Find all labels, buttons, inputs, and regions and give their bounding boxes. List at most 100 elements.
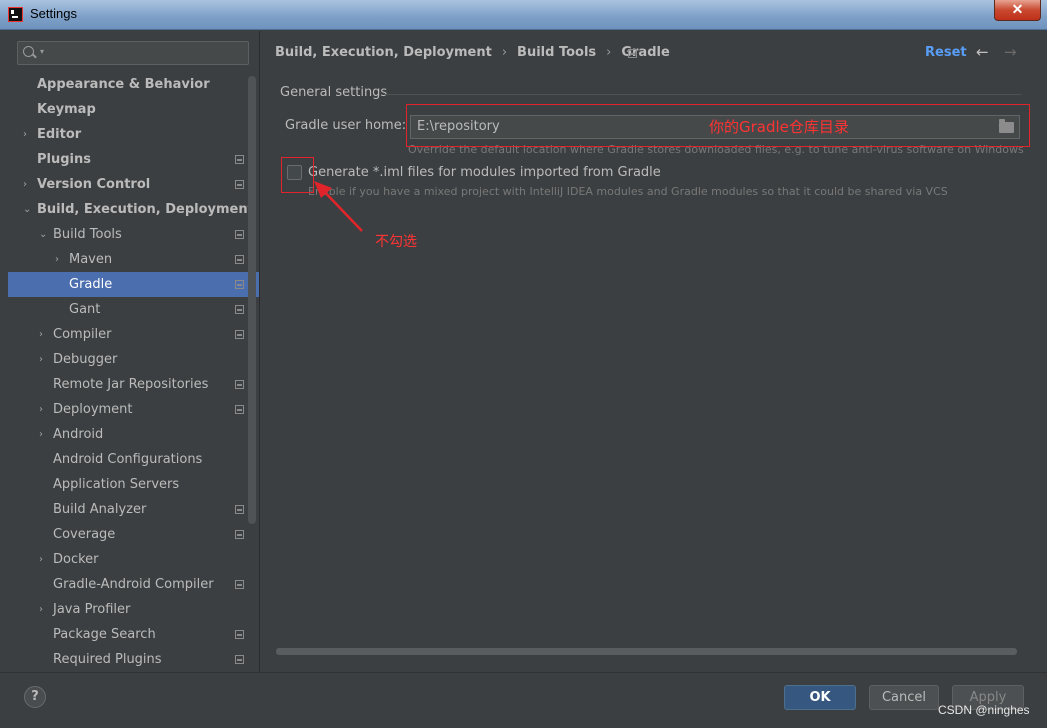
settings-search-box[interactable]: ▾ [17, 41, 249, 65]
sidebar-item-label: Gradle-Android Compiler [53, 577, 214, 592]
sidebar-item[interactable]: Gant [8, 297, 259, 322]
chevron-down-icon[interactable]: ⌄ [23, 197, 33, 222]
sidebar-item[interactable]: ⌄ Build Tools [8, 222, 259, 247]
search-icon [23, 46, 34, 57]
sidebar-item[interactable]: › Maven [8, 247, 259, 272]
project-level-icon [235, 255, 244, 264]
ok-button[interactable]: OK [784, 685, 856, 710]
breadcrumb-separator: › [606, 45, 612, 60]
sidebar-item[interactable]: Gradle-Android Compiler [8, 572, 259, 597]
sidebar-item-label: Remote Jar Repositories [53, 377, 209, 392]
sidebar-item-label: Editor [37, 127, 82, 142]
project-level-icon [235, 305, 244, 314]
sidebar-item-label: Coverage [53, 527, 116, 542]
project-level-icon [235, 655, 244, 664]
back-arrow-icon[interactable]: ← [976, 43, 989, 61]
window-title: Settings [30, 6, 77, 21]
settings-sidebar: ▾ Appearance & Behavior Keymap › Editor Plug… [8, 31, 259, 672]
project-level-icon [235, 280, 244, 289]
sidebar-item-label: Version Control [37, 177, 151, 192]
sidebar-item[interactable]: Required Plugins [8, 647, 259, 672]
sidebar-item[interactable]: Plugins [8, 147, 259, 172]
breadcrumb-item-build[interactable]: Build, Execution, Deployment [275, 45, 492, 60]
sidebar-item[interactable]: › Version Control [8, 172, 259, 197]
sidebar-item[interactable]: Application Servers [8, 472, 259, 497]
sidebar-item[interactable]: › Compiler [8, 322, 259, 347]
sidebar-item[interactable]: Build Analyzer [8, 497, 259, 522]
sidebar-item-label: Build Tools [53, 227, 122, 242]
window-title-bar: Settings ✕ [0, 0, 1047, 30]
chevron-right-icon[interactable]: › [39, 422, 49, 447]
sidebar-item[interactable]: › Editor [8, 122, 259, 147]
sidebar-item[interactable]: Gradle [8, 272, 259, 297]
sidebar-item-label: Java Profiler [53, 602, 131, 617]
forward-arrow-icon[interactable]: → [1004, 43, 1017, 61]
sidebar-item-label: Plugins [37, 152, 91, 167]
project-level-icon [235, 155, 244, 164]
cancel-button[interactable]: Cancel [869, 685, 939, 710]
project-level-icon [235, 405, 244, 414]
splitter[interactable] [259, 31, 260, 672]
chevron-right-icon[interactable]: › [39, 547, 49, 572]
project-level-icon [235, 330, 244, 339]
chevron-right-icon[interactable]: › [39, 322, 49, 347]
sidebar-item[interactable]: › Android [8, 422, 259, 447]
breadcrumb-separator: › [501, 45, 508, 60]
sidebar-item[interactable]: › Deployment [8, 397, 259, 422]
horizontal-scrollbar[interactable] [276, 648, 1017, 655]
sidebar-item-label: Docker [53, 552, 99, 567]
section-title-general: General settings [280, 85, 388, 100]
sidebar-scrollbar[interactable] [248, 76, 256, 524]
section-divider [384, 94, 1022, 95]
project-level-icon [628, 49, 637, 58]
sidebar-item[interactable]: › Java Profiler [8, 597, 259, 622]
settings-tree: Appearance & Behavior Keymap › Editor Plugin… [8, 72, 259, 672]
sidebar-item-label: Compiler [53, 327, 112, 342]
breadcrumb: Build, Execution, Deployment › Build Tools… [275, 45, 670, 63]
sidebar-item-label: Android [53, 427, 104, 442]
project-level-icon [235, 505, 244, 514]
sidebar-item-label: Gant [69, 302, 101, 317]
csdn-watermark: CSDN @ninghes [938, 703, 1030, 717]
annotation-checkbox-note: 不勾选 [375, 234, 417, 250]
sidebar-item-label: Deployment [53, 402, 133, 417]
sidebar-item[interactable]: Android Configurations [8, 447, 259, 472]
search-options-caret-icon[interactable]: ▾ [40, 47, 44, 56]
sidebar-item-label: Package Search [53, 627, 156, 642]
chevron-down-icon[interactable]: ⌄ [39, 222, 49, 247]
chevron-right-icon[interactable]: › [55, 247, 65, 272]
sidebar-item[interactable]: Appearance & Behavior [8, 72, 259, 97]
chevron-right-icon[interactable]: › [23, 172, 33, 197]
chevron-right-icon[interactable]: › [23, 122, 33, 147]
sidebar-item-label: Maven [69, 252, 113, 267]
sidebar-item[interactable]: ⌄ Build, Execution, Deployment [8, 197, 259, 222]
chevron-right-icon[interactable]: › [39, 347, 49, 372]
project-level-icon [235, 380, 244, 389]
intellij-app-icon [8, 7, 23, 22]
sidebar-item[interactable]: Keymap [8, 97, 259, 122]
help-button[interactable]: ? [24, 686, 46, 708]
breadcrumb-item-build-tools[interactable]: Build Tools [517, 45, 596, 60]
annotation-arrow-icon [314, 181, 363, 232]
gradle-user-home-label: Gradle user home: [285, 118, 407, 133]
search-input[interactable] [52, 44, 242, 62]
sidebar-item-label: Build, Execution, Deployment [37, 202, 254, 217]
chevron-right-icon[interactable]: › [39, 397, 49, 422]
project-level-icon [235, 180, 244, 189]
chevron-right-icon[interactable]: › [39, 597, 49, 622]
sidebar-item[interactable]: › Docker [8, 547, 259, 572]
sidebar-item[interactable]: Remote Jar Repositories [8, 372, 259, 397]
sidebar-item[interactable]: › Debugger [8, 347, 259, 372]
sidebar-item-label: Gradle [69, 277, 113, 292]
sidebar-item[interactable]: Coverage [8, 522, 259, 547]
sidebar-item-label: Appearance & Behavior [37, 77, 210, 92]
reset-link[interactable]: Reset [925, 45, 967, 60]
project-level-icon [235, 630, 244, 639]
project-level-icon [235, 580, 244, 589]
sidebar-item-label: Android Configurations [53, 452, 203, 467]
close-button[interactable]: ✕ [994, 0, 1041, 21]
annotation-repo-note: 你的Gradle仓库目录 [709, 118, 849, 136]
sidebar-item-label: Required Plugins [53, 652, 162, 667]
project-level-icon [235, 530, 244, 539]
sidebar-item[interactable]: Package Search [8, 622, 259, 647]
